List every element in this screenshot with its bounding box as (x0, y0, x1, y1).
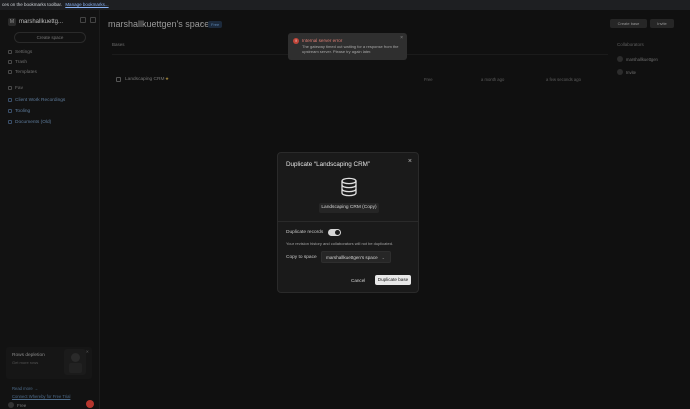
duplicate-records-toggle[interactable] (328, 229, 341, 236)
sidebar-link-label: Documents (Old) (15, 119, 52, 125)
owner-cell: Free (424, 77, 433, 82)
avatar (8, 402, 14, 408)
sidebar-item-label: Trash (15, 59, 28, 65)
create-space-button[interactable]: Create space (14, 32, 86, 43)
trial-link[interactable]: Connect Whereby for Free Trial (12, 394, 70, 399)
sidebar: M marshallkuettg... Create space Setting… (0, 10, 100, 409)
sidebar-link-recordings[interactable]: Client Work Recordings (8, 96, 65, 104)
sidebar-link-tooling[interactable]: Tooling (8, 107, 30, 115)
upgrade-card-subtitle: Get more rows (12, 360, 39, 365)
duplicate-note: Your revision history and collaborators … (286, 241, 394, 246)
dialog-title: Duplicate “Landscaping CRM” (286, 161, 370, 168)
page-title: marshallkuettgen's space (108, 19, 210, 29)
close-icon[interactable]: ✕ (86, 349, 89, 354)
table-row[interactable]: Landscaping CRM ★ (112, 74, 608, 84)
sidebar-toggle-icon[interactable] (80, 17, 86, 23)
space-select-value: marshallkuettgen's space (326, 255, 378, 260)
manage-bookmarks-link[interactable]: Manage bookmarks... (65, 2, 108, 7)
chevron-down-icon[interactable]: ▾ (200, 21, 203, 27)
sidebar-link-label: Tooling (15, 108, 31, 114)
gear-icon (8, 50, 12, 54)
workspace-switcher[interactable]: M marshallkuettg... (8, 16, 63, 28)
sidebar-section-fav: Fav (8, 84, 23, 92)
link-icon (8, 98, 12, 102)
toast-title: Internal server error (302, 38, 343, 43)
app-window: M marshallkuettg... Create space Setting… (0, 10, 690, 409)
cancel-button[interactable]: Cancel (351, 278, 365, 283)
database-icon (341, 177, 357, 197)
collaborators-title: Collaborators (617, 42, 644, 47)
close-icon[interactable]: × (400, 35, 403, 41)
link-icon (8, 109, 12, 113)
plan-badge: Free (208, 21, 223, 28)
new-base-name-input[interactable]: Landscaping CRM (Copy) (319, 203, 379, 213)
bases-filter[interactable]: Bases (112, 42, 125, 47)
sidebar-item-trash[interactable]: Trash (8, 58, 27, 66)
sidebar-item-settings[interactable]: Settings (8, 48, 32, 56)
link-icon (8, 120, 12, 124)
star-icon[interactable]: ★ (165, 76, 169, 82)
workspace-avatar: M (8, 18, 16, 26)
invite-button[interactable]: Invite (650, 19, 674, 28)
read-more-link[interactable]: Read more → (12, 386, 38, 391)
collapse-icon[interactable] (90, 17, 96, 23)
bookmarks-bar-text: ces on the bookmarks toolbar. (2, 2, 63, 7)
workspace-name: marshallkuettg... (19, 19, 64, 25)
section-label: Fav (15, 85, 23, 91)
avatar (617, 56, 623, 62)
collaborator-name: marshallkuettgen (626, 56, 658, 62)
trash-icon (8, 60, 12, 64)
sidebar-item-templates[interactable]: Templates (8, 68, 37, 76)
duplicate-base-button[interactable]: Duplicate base (375, 275, 411, 285)
sidebar-item-label: Templates (15, 69, 37, 75)
notification-badge[interactable] (86, 400, 94, 408)
error-icon: ! (293, 38, 299, 44)
user-menu[interactable]: Free (8, 402, 26, 408)
collaborator-invite[interactable]: Invite (617, 68, 636, 76)
upgrade-card: Rows depletion Get more rows ✕ (6, 347, 92, 379)
copy-to-space-label: Copy to space (286, 255, 317, 260)
base-name: Landscaping CRM (125, 76, 165, 82)
created-cell: a month ago (481, 77, 505, 82)
toast-body: The gateway timed out waiting for a resp… (302, 44, 399, 55)
star-icon (8, 86, 12, 90)
create-base-button[interactable]: Create base (610, 19, 647, 28)
illustration-icon (64, 349, 86, 375)
error-toast: ! Internal server error The gateway time… (288, 33, 407, 60)
user-name: Free (17, 402, 27, 408)
sidebar-link-documents[interactable]: Documents (Old) (8, 118, 51, 126)
close-icon[interactable]: × (408, 157, 412, 167)
space-select[interactable]: marshallkuettgen's space ⌄ (321, 251, 391, 263)
sidebar-item-label: Settings (15, 49, 33, 55)
divider (278, 221, 418, 222)
collaborator-item[interactable]: marshallkuettgen (617, 55, 658, 63)
duplicate-records-label: Duplicate records (286, 230, 324, 235)
opened-cell: a few seconds ago (546, 77, 581, 82)
collaborator-name: Invite (626, 69, 637, 75)
add-user-icon (617, 69, 623, 75)
bookmarks-bar: ces on the bookmarks toolbar. Manage boo… (0, 0, 690, 10)
sidebar-link-label: Client Work Recordings (15, 97, 66, 103)
chevron-down-icon: ⌄ (381, 255, 385, 260)
duplicate-dialog: Duplicate “Landscaping CRM” × Landscapin… (277, 152, 419, 293)
upgrade-card-title: Rows depletion (12, 353, 45, 358)
template-icon (8, 70, 12, 74)
database-icon (116, 76, 121, 82)
